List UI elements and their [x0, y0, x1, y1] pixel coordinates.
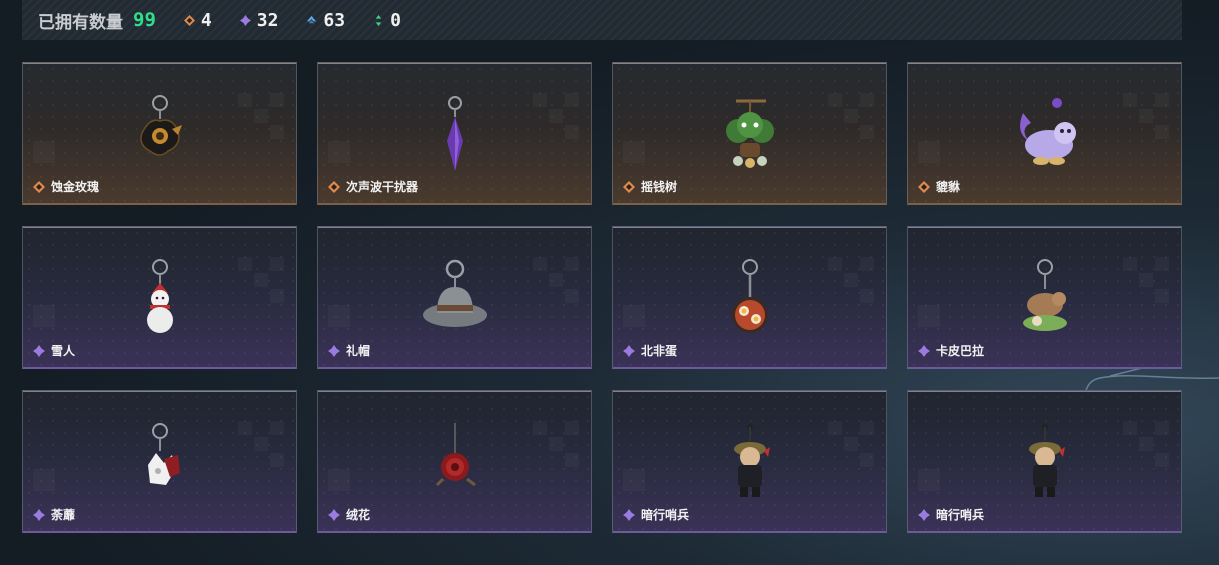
- charm-name: 荼蘼: [51, 508, 76, 522]
- purple-crystal-charm-icon: [415, 93, 495, 173]
- stat-blue: 63: [306, 10, 345, 31]
- capybara-charm-icon: [1005, 257, 1085, 337]
- green-arrows-icon: [373, 14, 384, 26]
- purple-diamond-icon: [623, 345, 635, 357]
- purple-diamond-icon: [623, 509, 635, 521]
- stat-orange-value: 4: [200, 9, 212, 31]
- charm-card[interactable]: 暗行哨兵: [907, 390, 1182, 533]
- purple-diamond-icon: [33, 345, 45, 357]
- charm-card[interactable]: 绒花: [317, 390, 592, 533]
- soldier-figure-charm-icon: [710, 421, 790, 501]
- charm-name: 次声波干扰器: [346, 180, 419, 194]
- purple-diamond-icon: [328, 509, 340, 521]
- charm-card[interactable]: 卡皮巴拉: [907, 226, 1182, 369]
- white-flower-charm-icon: [120, 421, 200, 501]
- charm-name: 礼帽: [346, 344, 371, 358]
- orange-diamond-icon: [623, 181, 635, 193]
- charm-name: 雪人: [51, 344, 76, 358]
- charm-card[interactable]: 荼蘼: [22, 390, 297, 533]
- charm-card[interactable]: 雪人: [22, 226, 297, 369]
- stat-orange: 4: [183, 9, 212, 31]
- charm-name: 摇钱树: [641, 180, 678, 194]
- charm-card[interactable]: 暗行哨兵: [612, 390, 887, 533]
- charm-name: 蚀金玫瑰: [51, 180, 100, 194]
- shakshuka-pan-charm-icon: [710, 257, 790, 337]
- soldier-figure-charm-icon: [1005, 421, 1085, 501]
- fedora-hat-charm-icon: [415, 257, 495, 337]
- charm-card[interactable]: 次声波干扰器: [317, 62, 592, 205]
- purple-diamond-icon: [33, 509, 45, 521]
- charm-name: 绒花: [346, 508, 371, 522]
- charm-card[interactable]: 摇钱树: [612, 62, 887, 205]
- purple-diamond-icon: [328, 345, 340, 357]
- collection-stats-bar: 已拥有数量 99 4 32 63 0: [22, 0, 1182, 40]
- money-tree-charm-icon: [710, 93, 790, 173]
- black-gold-rose-charm-icon: [120, 93, 200, 173]
- stat-green-value: 0: [390, 9, 401, 31]
- snowman-charm-icon: [120, 257, 200, 337]
- purple-diamond-icon: [918, 345, 930, 357]
- owned-count-value: 99: [133, 9, 156, 31]
- orange-diamond-icon: [33, 181, 45, 193]
- orange-diamond-icon: [183, 14, 195, 26]
- stat-green: 0: [373, 10, 401, 31]
- charm-name: 暗行哨兵: [641, 508, 690, 522]
- orange-diamond-icon: [328, 181, 340, 193]
- stat-blue-value: 63: [323, 9, 346, 31]
- charm-card[interactable]: 蚀金玫瑰: [22, 62, 297, 205]
- charm-name: 暗行哨兵: [936, 508, 985, 522]
- owned-count-label: 已拥有数量: [38, 12, 123, 33]
- charm-card[interactable]: 礼帽: [317, 226, 592, 369]
- charm-name: 北非蛋: [641, 344, 678, 358]
- charm-name: 貔貅: [936, 180, 961, 194]
- orange-diamond-icon: [918, 181, 930, 193]
- stat-purple-value: 32: [256, 9, 279, 31]
- purple-diamond-icon: [918, 509, 930, 521]
- stat-purple: 32: [239, 9, 279, 31]
- charm-name: 卡皮巴拉: [936, 344, 985, 358]
- pixiu-charm-icon: [1005, 93, 1085, 173]
- purple-diamond-icon: [239, 14, 251, 26]
- blue-chevron-icon: [306, 15, 317, 26]
- red-rose-charm-icon: [415, 421, 495, 501]
- charm-card[interactable]: 北非蛋: [612, 226, 887, 369]
- charm-card[interactable]: 貔貅: [907, 62, 1182, 205]
